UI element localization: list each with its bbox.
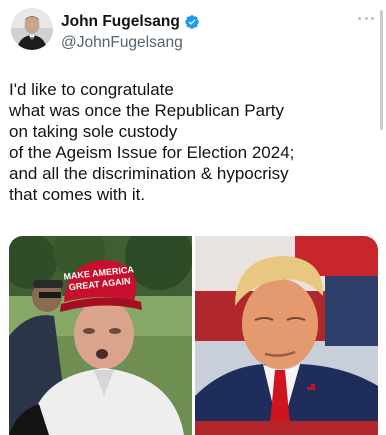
more-options-icon[interactable] (358, 14, 374, 22)
tweet-line: what was once the Republican Party (9, 101, 284, 120)
tweet-line: on taking sole custody (9, 122, 178, 141)
scrollbar[interactable] (380, 10, 383, 130)
verified-badge-icon (185, 15, 199, 29)
media-image-right[interactable] (195, 236, 378, 435)
media-image-left[interactable]: MAKE AMERICA GREAT AGAIN (9, 236, 192, 435)
tweet-line: I'd like to congratulate (9, 80, 174, 99)
tweet-header: John Fugelsang @JohnFugelsang (11, 8, 376, 56)
display-name[interactable]: John Fugelsang (61, 13, 180, 31)
media-grid: MAKE AMERICA GREAT AGAIN (9, 236, 378, 435)
tweet-line: that comes with it. (9, 185, 146, 204)
tweet-text: I'd like to congratulate what was once t… (9, 79, 369, 205)
avatar[interactable] (11, 8, 53, 50)
author-names: John Fugelsang @JohnFugelsang (61, 12, 200, 52)
handle[interactable]: @JohnFugelsang (61, 34, 200, 52)
tweet-line: and all the discrimination & hypocrisy (9, 164, 289, 183)
tweet-line: of the Ageism Issue for Election 2024; (9, 143, 295, 162)
